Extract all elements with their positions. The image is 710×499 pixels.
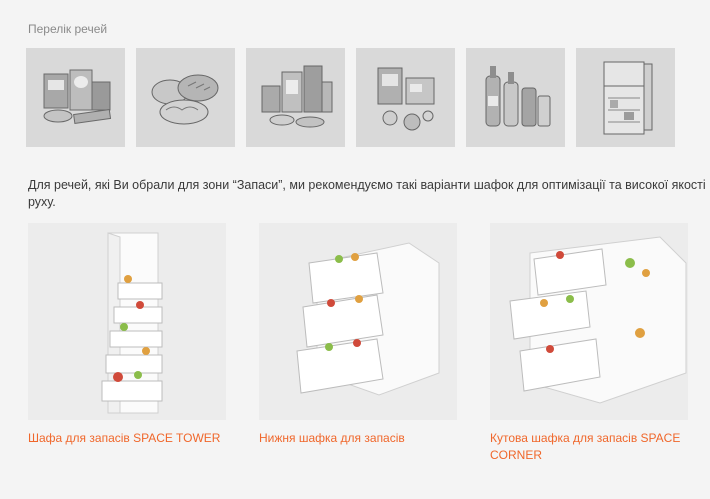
item-canned-goods[interactable] bbox=[246, 48, 345, 147]
storage-planner: Перелік речей Для речей, які Ви обрали д… bbox=[0, 0, 710, 499]
item-bottles[interactable] bbox=[466, 48, 565, 147]
item-appliances[interactable] bbox=[356, 48, 455, 147]
cabinet-image-corner[interactable] bbox=[490, 223, 688, 420]
canned-goods-icon bbox=[261, 65, 332, 127]
base-cabinet-illustration bbox=[259, 223, 457, 420]
cabinet-link-base[interactable]: Нижня шафка для запасів bbox=[259, 430, 457, 447]
section-title: Перелік речей bbox=[28, 22, 108, 36]
tall-cabinet-illustration bbox=[28, 223, 226, 420]
item-refrigerator[interactable] bbox=[576, 48, 675, 147]
cabinet-card: Шафа для запасів SPACE TOWER bbox=[28, 223, 226, 464]
cabinet-image-base[interactable] bbox=[259, 223, 457, 420]
cabinet-image-tall[interactable] bbox=[28, 223, 226, 420]
cabinet-card: Нижня шафка для запасів bbox=[259, 223, 457, 464]
item-bread[interactable] bbox=[136, 48, 235, 147]
bottles-icon bbox=[485, 65, 550, 126]
refrigerator-icon bbox=[603, 61, 652, 134]
cabinet-link-space-corner[interactable]: Кутова шафка для запасів SPACE CORNER bbox=[490, 430, 688, 464]
cabinet-link-space-tower[interactable]: Шафа для запасів SPACE TOWER bbox=[28, 430, 226, 447]
cabinet-card: Кутова шафка для запасів SPACE CORNER bbox=[490, 223, 688, 464]
bread-icon bbox=[151, 74, 218, 124]
item-boxed-foods[interactable] bbox=[26, 48, 125, 147]
appliances-icon bbox=[377, 67, 434, 130]
cabinet-list: Шафа для запасів SPACE TOWER Нижня шафка… bbox=[28, 223, 688, 464]
item-list bbox=[26, 48, 675, 147]
corner-cabinet-illustration bbox=[490, 223, 688, 420]
boxed-foods-icon bbox=[43, 69, 111, 124]
recommendation-text: Для речей, які Ви обрали для зони “Запас… bbox=[28, 178, 706, 209]
